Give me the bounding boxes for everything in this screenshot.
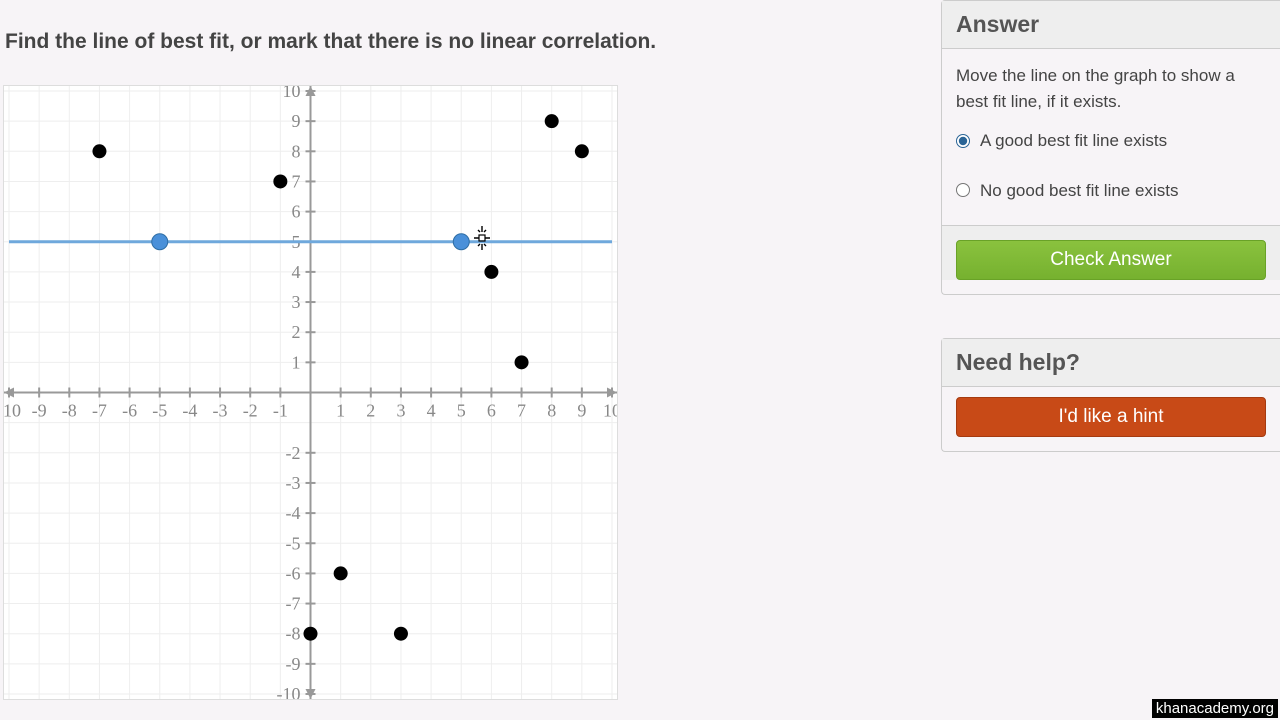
svg-text:10: 10 [283,86,301,101]
data-point [515,355,529,369]
svg-text:-3: -3 [286,473,301,493]
svg-text:3: 3 [396,401,405,421]
check-answer-button[interactable]: Check Answer [956,240,1266,280]
svg-text:8: 8 [292,141,301,161]
radio-exists[interactable] [956,134,970,148]
svg-text:-10: -10 [4,401,21,421]
svg-text:-8: -8 [62,401,77,421]
svg-text:-6: -6 [286,563,301,583]
svg-text:-4: -4 [182,401,197,421]
svg-text:7: 7 [292,171,301,191]
svg-text:-7: -7 [286,594,301,614]
svg-text:-5: -5 [152,401,167,421]
answer-title: Answer [942,1,1280,49]
radio-not-exists-label: No good best fit line exists [980,178,1178,204]
radio-not-exists[interactable] [956,183,970,197]
data-point [545,114,559,128]
svg-text:8: 8 [547,401,556,421]
data-point [334,566,348,580]
svg-text:6: 6 [292,202,301,222]
answer-instruction: Move the line on the graph to show a bes… [956,63,1266,114]
help-title: Need help? [942,339,1280,387]
svg-text:7: 7 [517,401,526,421]
coordinate-graph[interactable]: -10-9-8-7-6-5-4-3-2-112345678910-10-9-8-… [3,85,618,700]
svg-text:2: 2 [366,401,375,421]
svg-text:-5: -5 [286,533,301,553]
svg-text:4: 4 [427,401,436,421]
data-point [394,627,408,641]
hint-button[interactable]: I'd like a hint [956,397,1266,437]
radio-not-exists-row[interactable]: No good best fit line exists [956,178,1266,204]
svg-text:-9: -9 [32,401,47,421]
svg-text:-2: -2 [286,443,301,463]
svg-text:1: 1 [292,352,301,372]
svg-text:9: 9 [292,111,301,131]
svg-text:-9: -9 [286,654,301,674]
data-point [92,144,106,158]
line-handle[interactable] [152,234,168,250]
svg-text:10: 10 [603,401,617,421]
svg-text:-4: -4 [286,503,301,523]
data-point [484,265,498,279]
line-handle[interactable] [453,234,469,250]
data-point [273,174,287,188]
svg-text:-7: -7 [92,401,107,421]
svg-text:1: 1 [336,401,345,421]
svg-text:2: 2 [292,322,301,342]
svg-text:9: 9 [577,401,586,421]
svg-text:-2: -2 [243,401,258,421]
svg-text:-10: -10 [277,684,301,699]
svg-text:4: 4 [292,262,301,282]
svg-text:-8: -8 [286,624,301,644]
svg-text:6: 6 [487,401,496,421]
radio-exists-row[interactable]: A good best fit line exists [956,128,1266,154]
radio-exists-label: A good best fit line exists [980,128,1167,154]
question-text: Find the line of best fit, or mark that … [5,30,656,54]
answer-panel: Answer Move the line on the graph to sho… [941,0,1280,295]
data-point [304,627,318,641]
svg-text:3: 3 [292,292,301,312]
svg-text:-1: -1 [273,401,288,421]
help-panel: Need help? I'd like a hint [941,338,1280,452]
watermark: khanacademy.org [1152,699,1278,718]
svg-text:-6: -6 [122,401,137,421]
data-point [575,144,589,158]
svg-text:-3: -3 [213,401,228,421]
svg-text:5: 5 [457,401,466,421]
